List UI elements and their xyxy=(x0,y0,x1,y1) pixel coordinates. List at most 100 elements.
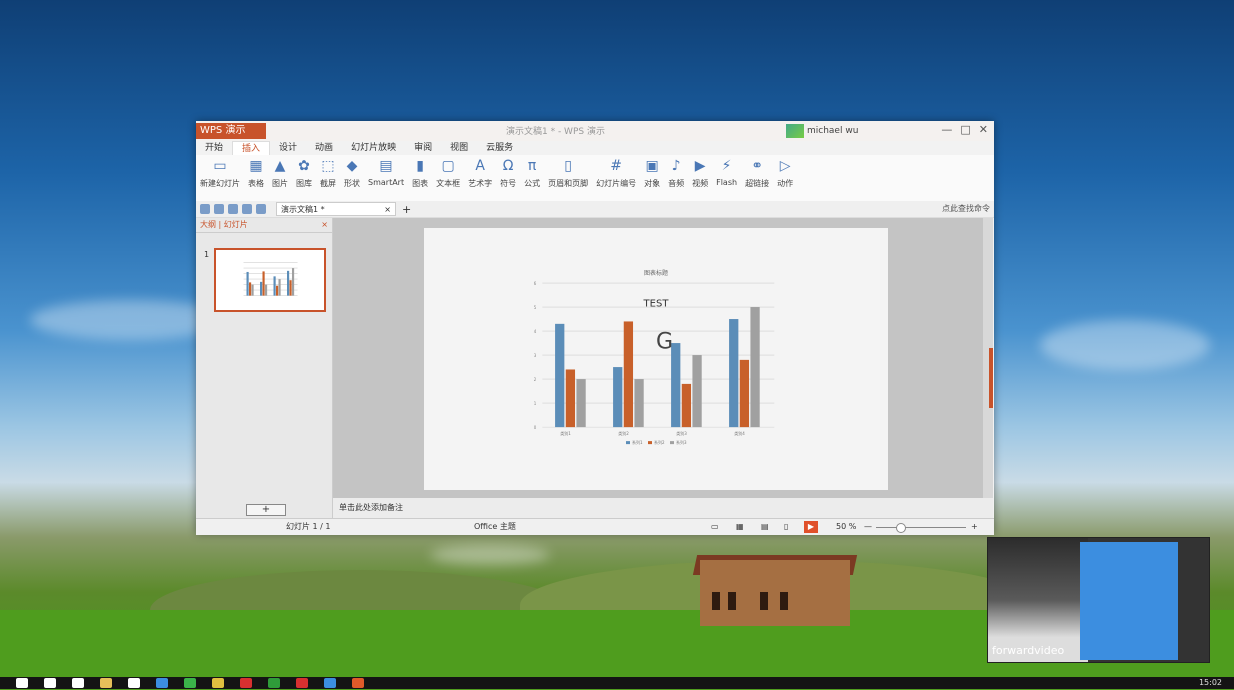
maximize-icon[interactable]: □ xyxy=(960,123,970,136)
ribbon-button[interactable]: ♪ 音频 xyxy=(668,158,684,201)
open-icon[interactable] xyxy=(200,204,210,214)
ribbon-button[interactable]: ⚭ 超链接 xyxy=(745,158,769,201)
redo-icon[interactable] xyxy=(256,204,266,214)
panel-tabs[interactable]: 大纲 | 幻灯片 × xyxy=(196,218,332,233)
gallery-icon: ✿ xyxy=(298,158,310,174)
print-icon[interactable] xyxy=(228,204,238,214)
house-window xyxy=(712,592,720,610)
edge-icon[interactable] xyxy=(156,678,168,688)
reading-view-icon[interactable]: ▯ xyxy=(784,519,788,535)
ribbon-button[interactable]: ▣ 对象 xyxy=(644,158,660,201)
slide-counter: 幻灯片 1 / 1 xyxy=(286,522,331,531)
ribbon-button[interactable]: ◆ 形状 xyxy=(344,158,360,201)
ribbon-button[interactable]: ▦ 表格 xyxy=(248,158,264,201)
menu-tab[interactable]: 设计 xyxy=(270,141,306,155)
panel-close-icon[interactable]: × xyxy=(321,218,328,232)
sheet-icon[interactable] xyxy=(268,678,280,688)
task-view-icon[interactable] xyxy=(72,678,84,688)
window-controls: — □ ✕ xyxy=(941,123,988,136)
ribbon-button[interactable]: ⚡ Flash xyxy=(716,158,737,201)
close-icon[interactable]: ✕ xyxy=(979,123,988,136)
slide[interactable]: 图表标题 TEST 0 1 2 3 4 5 6 类别1 类别2 类别3 类别4 系列1 系列2 系列3 G xyxy=(424,228,888,490)
menu-tab[interactable]: 视图 xyxy=(441,141,477,155)
document-tab-label: 演示文稿1 * xyxy=(281,205,325,214)
ribbon-button[interactable]: ▤ SmartArt xyxy=(368,158,404,201)
app-red-icon[interactable] xyxy=(240,678,252,688)
legend-label: 系列3 xyxy=(676,439,687,445)
ribbon-button[interactable]: ▭ 新建幻灯片 xyxy=(200,158,240,201)
y-tick-label: 2 xyxy=(534,377,537,382)
pdf-icon[interactable] xyxy=(296,678,308,688)
ribbon-button-label: 符号 xyxy=(500,179,517,188)
ribbon-button-label: 对象 xyxy=(644,179,661,188)
ribbon-button[interactable]: ▶ 视频 xyxy=(692,158,708,201)
menu-tab[interactable]: 审阅 xyxy=(405,141,441,155)
ribbon-button-label: 幻灯片编号 xyxy=(596,179,637,188)
chart-bar xyxy=(623,321,634,428)
taskbar-clock[interactable]: 15:02 xyxy=(1199,677,1222,689)
slideshow-play-button[interactable]: ▶ xyxy=(804,521,818,533)
slide-thumbnail[interactable] xyxy=(214,248,326,312)
chart-bar xyxy=(246,271,249,296)
explorer-icon[interactable] xyxy=(100,678,112,688)
ribbon-button[interactable]: ▢ 文本框 xyxy=(436,158,460,201)
chrome-icon[interactable] xyxy=(212,678,224,688)
minimize-icon[interactable]: — xyxy=(941,123,952,136)
ribbon-button[interactable]: ▲ 图片 xyxy=(272,158,288,201)
menu-tab[interactable]: 幻灯片放映 xyxy=(342,141,405,155)
chart-bar xyxy=(555,323,565,428)
bar-chart[interactable]: 图表标题 TEST 0 1 2 3 4 5 6 类别1 类别2 类别3 类别4 系列1 系列2 系列3 G xyxy=(424,228,888,490)
wps-app-menu-button[interactable]: WPS 演示 xyxy=(196,123,266,139)
menu-tab[interactable]: 动画 xyxy=(306,141,342,155)
command-search[interactable]: 点此查找命令 xyxy=(942,203,990,214)
zoom-slider-track[interactable] xyxy=(876,527,966,528)
header-footer-icon: ▯ xyxy=(564,158,572,174)
menu-tab[interactable]: 插入 xyxy=(232,141,271,155)
slide-sorter-icon[interactable]: ▦ xyxy=(736,519,744,535)
slides-panel: 大纲 | 幻灯片 × 1 + xyxy=(196,218,333,518)
scroll-thumb[interactable] xyxy=(989,348,993,408)
ribbon-button[interactable]: ⬚ 截屏 xyxy=(320,158,336,201)
normal-view-icon[interactable]: ▭ xyxy=(711,519,719,535)
notes-pane[interactable]: 单击此处添加备注 xyxy=(333,498,993,518)
ribbon-button[interactable]: A 艺术字 xyxy=(468,158,492,201)
legend-label: 系列1 xyxy=(632,439,643,445)
legend-swatch xyxy=(648,441,652,445)
store-icon[interactable] xyxy=(128,678,140,688)
new-tab-icon[interactable]: + xyxy=(402,203,411,216)
vertical-scrollbar[interactable] xyxy=(983,218,993,498)
symbol-icon: Ω xyxy=(502,158,514,174)
ribbon-button[interactable]: # 幻灯片编号 xyxy=(596,158,636,201)
search-icon[interactable] xyxy=(44,678,56,688)
ribbon-button[interactable]: ✿ 图库 xyxy=(296,158,312,201)
user-account[interactable]: michael wu xyxy=(786,124,858,138)
media-icon[interactable] xyxy=(184,678,196,688)
ribbon-button-label: 音频 xyxy=(668,179,685,188)
ribbon-button[interactable]: Ω 符号 xyxy=(500,158,516,201)
word-icon[interactable] xyxy=(324,678,336,688)
ribbon-button-label: 公式 xyxy=(524,179,541,188)
ribbon-button[interactable]: ▷ 动作 xyxy=(777,158,793,201)
zoom-in-button[interactable]: + xyxy=(971,519,978,535)
add-slide-button[interactable]: + xyxy=(246,504,286,516)
slide-number: 1 xyxy=(204,250,210,259)
zoom-slider-handle[interactable] xyxy=(896,523,906,533)
save-icon[interactable] xyxy=(214,204,224,214)
chart-bar xyxy=(278,279,281,296)
wps-icon[interactable] xyxy=(352,678,364,688)
menu-tab[interactable]: 开始 xyxy=(196,141,232,155)
document-tab[interactable]: 演示文稿1 * × xyxy=(276,202,396,216)
insert-ribbon: ▭ 新建幻灯片 ▦ 表格 ▲ 图片 ✿ 图库 ⬚ 截屏 ◆ 形状 ▤ SmartArt ▮ 图表 ▢ 文本框 A 艺术… xyxy=(196,155,994,202)
ribbon-button[interactable]: π 公式 xyxy=(524,158,540,201)
ribbon-button[interactable]: ▯ 页眉和页脚 xyxy=(548,158,588,201)
table-icon: ▦ xyxy=(249,158,263,174)
menu-tab[interactable]: 云服务 xyxy=(477,141,522,155)
windows-start-icon[interactable] xyxy=(16,678,28,688)
chart-bar xyxy=(692,355,702,428)
undo-icon[interactable] xyxy=(242,204,252,214)
ribbon-button[interactable]: ▮ 图表 xyxy=(412,158,428,201)
tab-close-icon[interactable]: × xyxy=(384,203,391,215)
zoom-out-button[interactable]: — xyxy=(864,519,872,535)
outline-view-icon[interactable]: ▤ xyxy=(761,519,769,535)
user-name: michael wu xyxy=(807,126,859,136)
